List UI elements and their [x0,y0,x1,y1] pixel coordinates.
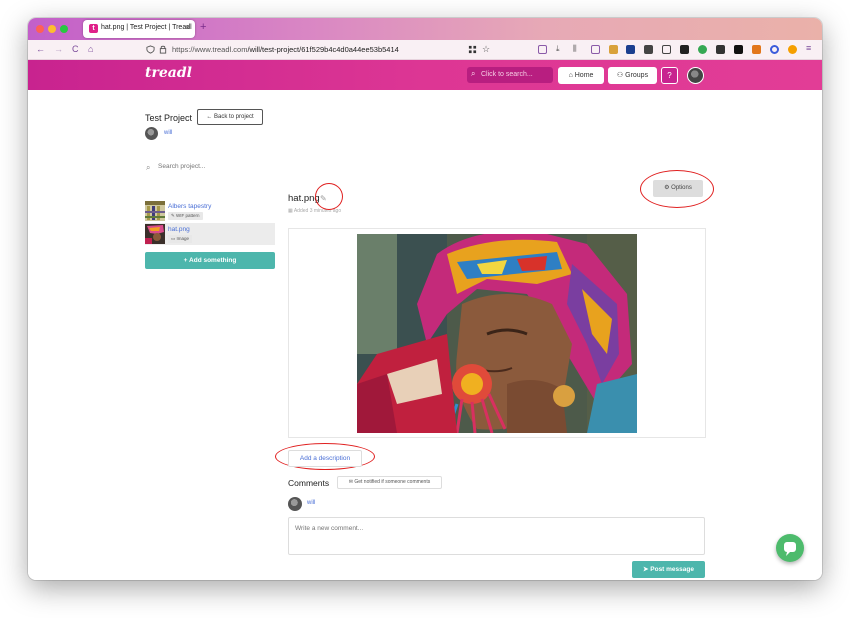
help-button[interactable]: ? [661,67,678,84]
type-badge: ✎ WIF pattern [168,212,203,220]
site-search-input[interactable]: ⌕ Click to search... [467,67,553,83]
badge-label: Image [176,236,190,241]
project-title: Test Project [145,113,193,123]
add-label: Add something [189,257,237,264]
back-to-project-button[interactable]: ← Back to project [197,109,263,125]
close-window-button[interactable] [36,25,44,33]
project-search-input[interactable] [158,163,248,170]
page-content: Test Project ← Back to project will ⌕ Al… [28,90,822,580]
hat-photo[interactable] [357,234,637,433]
add-something-button[interactable]: + Add something [145,252,275,269]
pocket-icon[interactable] [538,45,547,54]
owner-avatar[interactable] [145,127,158,140]
treadl-logo[interactable]: treadl [145,65,192,81]
extension-icon[interactable] [662,45,671,54]
post-message-button[interactable]: ➤ Post message [632,561,705,578]
add-description-button[interactable]: Add a description [288,450,362,467]
extension-icon[interactable] [644,45,653,54]
url-host: https://www.treadl.com [172,45,248,54]
chat-button[interactable] [776,534,804,562]
browser-tab[interactable]: t hat.png | Test Project | Treadl × [83,20,195,38]
extension-icon[interactable] [734,45,743,54]
download-icon[interactable]: ⤓ [556,44,560,54]
browser-toolbar: ← → C ⌂ https://www.treadl.com/will/test… [28,40,822,60]
sidebar-item-hat-png[interactable]: hat.png ▭ Image [145,223,275,245]
home-button[interactable]: ⌂ Home [558,67,604,84]
minimize-window-button[interactable] [48,25,56,33]
url-path: /will/test-project/61f529b4c4d0a44ee53b5… [247,45,399,54]
zoom-window-button[interactable] [60,25,68,33]
treadl-favicon-icon: t [89,24,98,33]
sidebar-item-label: Albers tapestry [168,203,212,210]
owner-name-link[interactable]: will [164,130,172,136]
commenter-name-link[interactable]: will [307,500,315,506]
back-label: Back to project [213,114,254,120]
extension-icon[interactable] [716,45,725,54]
search-icon: ⌕ [471,69,476,78]
library-icon[interactable]: ⫼ [573,44,577,54]
search-placeholder: Click to search... [481,71,533,78]
annotation-circle [640,170,714,208]
bookmark-star-icon[interactable]: ☆ [482,44,490,55]
qr-code-icon[interactable] [468,45,477,54]
metamask-icon[interactable] [752,45,761,54]
reload-icon[interactable]: C [72,44,79,54]
tab-bar: t hat.png | Test Project | Treadl × + [28,18,822,40]
extension-icon[interactable] [770,45,779,54]
hat-thumbnail [145,224,165,244]
shield-icon[interactable] [146,45,155,54]
address-bar[interactable]: https://www.treadl.com/will/test-project… [172,45,399,54]
groups-label: Groups [625,72,649,79]
site-header: treadl ⌕ Click to search... ⌂ Home ⚇ Gro… [28,60,822,90]
menu-icon[interactable]: ≡ [806,43,811,53]
sidebar-icon[interactable] [591,45,600,54]
extension-icon[interactable] [788,45,797,54]
image-preview [288,228,706,438]
back-arrow-icon[interactable]: ← [36,44,45,54]
sidebar-item-albers-tapestry[interactable]: Albers tapestry ✎ WIF pattern [145,200,275,222]
extension-icon[interactable] [626,45,635,54]
badge-label: WIF pattern [176,213,200,218]
extension-icon[interactable] [680,45,689,54]
tab-close-icon[interactable]: × [185,23,190,32]
annotation-circle [315,183,343,210]
extension-icon[interactable] [698,45,707,54]
type-badge: ▭ Image [168,235,193,243]
search-icon: ⌕ [146,163,151,172]
new-tab-button[interactable]: + [200,21,206,33]
browser-window: t hat.png | Test Project | Treadl × + ← … [28,18,822,580]
commenter-avatar[interactable] [288,497,302,511]
hat-photo-graphic [357,234,637,433]
notify-button[interactable]: ✉ Get notified if someone comments [337,476,442,489]
home-icon[interactable]: ⌂ [88,44,93,54]
tab-title: hat.png | Test Project | Treadl [101,24,192,31]
user-avatar[interactable] [687,67,704,84]
post-label: Post message [650,566,694,573]
users-icon: ⚇ [616,72,626,79]
extension-icon[interactable] [609,45,618,54]
chat-icon [784,542,796,556]
home-label: Home [574,72,594,79]
comments-heading: Comments [288,478,330,488]
tapestry-thumbnail [145,201,165,221]
sidebar-item-label: hat.png [168,226,190,233]
arrow-left-icon: ← [206,114,214,120]
forward-arrow-icon[interactable]: → [54,44,63,54]
comment-textarea[interactable] [288,517,705,555]
notify-label: Get notified if someone comments [354,479,431,485]
lock-icon[interactable] [159,45,167,54]
groups-button[interactable]: ⚇ Groups [608,67,657,84]
